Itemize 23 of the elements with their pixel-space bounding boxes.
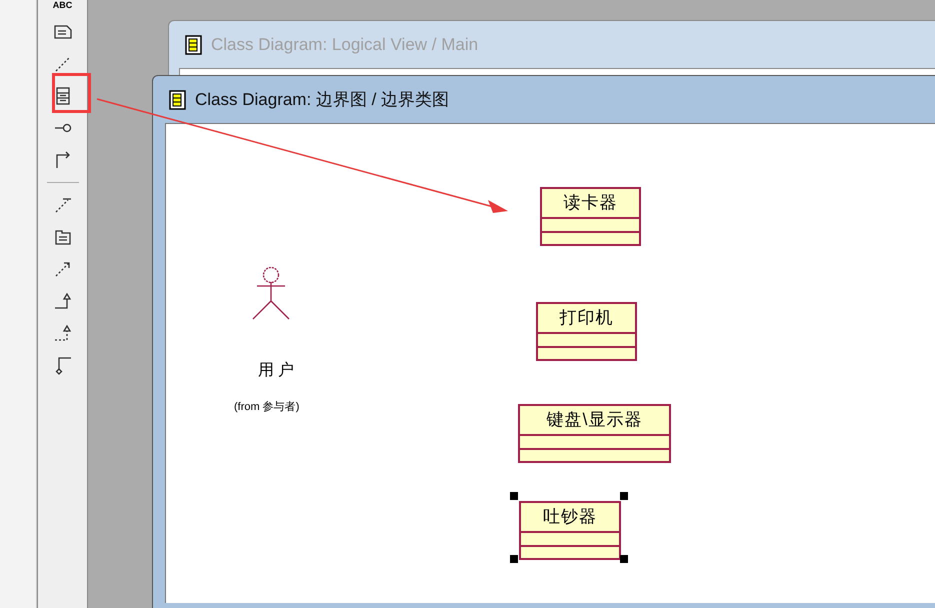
class-name: 键盘\显示器 (546, 409, 644, 431)
class-name: 打印机 (558, 307, 614, 329)
selection-handle[interactable] (510, 492, 518, 500)
generalization-icon[interactable] (52, 291, 72, 311)
class-name: 吐钞器 (542, 506, 598, 528)
selection-handle[interactable] (620, 555, 628, 563)
window-title: Class Diagram: 边界图 / 边界类图 (195, 88, 450, 111)
text-tool[interactable]: ABC (52, 1, 72, 10)
actor-source: (from 参与者) (234, 400, 300, 415)
uml-class[interactable]: 吐钞器 (519, 501, 621, 560)
highlight-frame (52, 73, 91, 113)
selection-handle[interactable] (620, 492, 628, 500)
diagram-icon (169, 90, 187, 110)
class-name: 读卡器 (562, 192, 618, 214)
uml-class[interactable]: 打印机 (536, 302, 637, 361)
window-title: Class Diagram: Logical View / Main (211, 34, 478, 56)
actor-icon (251, 266, 291, 320)
uml-class[interactable]: 键盘\显示器 (518, 404, 671, 463)
selection-handle[interactable] (510, 555, 518, 563)
dotted-generalization-icon[interactable] (52, 323, 72, 343)
actor-name: 用户 (258, 360, 298, 381)
uml-class[interactable]: 读卡器 (540, 187, 641, 246)
diagram-icon (185, 34, 203, 54)
